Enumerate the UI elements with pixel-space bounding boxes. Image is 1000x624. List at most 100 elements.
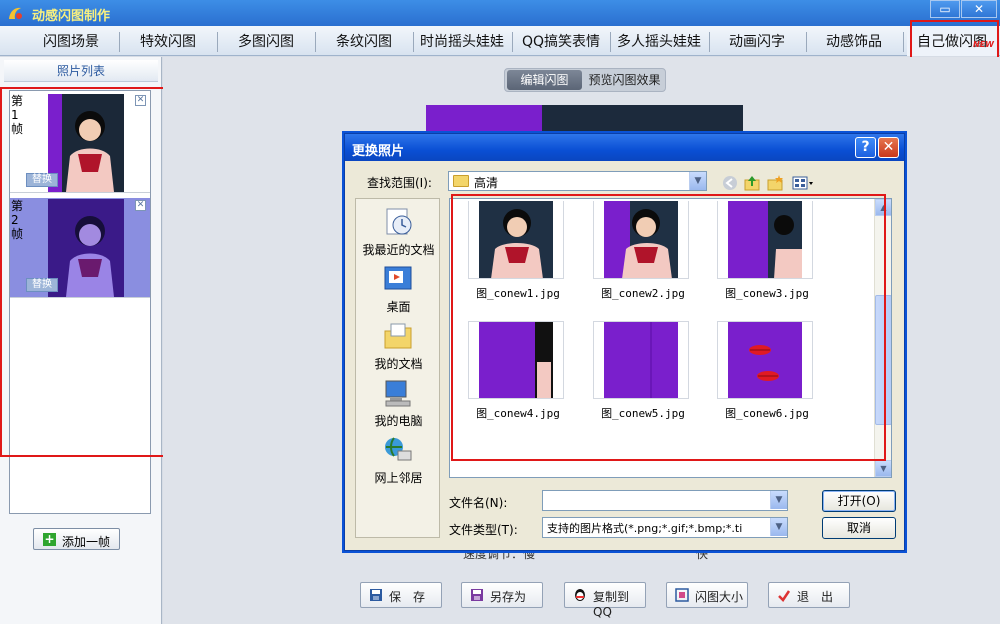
view-menu-icon[interactable]	[791, 174, 815, 192]
look-in-dropdown[interactable]: 高清 ▼	[448, 171, 707, 191]
desktop-icon	[384, 266, 412, 290]
remove-frame-icon[interactable]: ✕	[135, 200, 146, 211]
file-item-4[interactable]: 图_conew4.jpg	[463, 319, 583, 439]
file-item-1[interactable]: 图_conew1.jpg	[463, 199, 583, 319]
network-places-icon	[385, 437, 412, 461]
exit-label: 退 出	[797, 590, 834, 604]
place-desktop[interactable]: 桌面	[356, 260, 441, 316]
tab-flash-scene[interactable]: 闪图场景	[26, 26, 116, 56]
file-item-5[interactable]: 图_conew5.jpg	[588, 319, 708, 439]
app-title: 动感闪图制作	[32, 9, 111, 24]
tab-diy-flash[interactable]: 自己做闪图 NEW	[907, 26, 997, 56]
tab-animated-text[interactable]: 动画闪字	[711, 26, 803, 56]
new-folder-icon[interactable]	[766, 174, 784, 192]
change-photo-dialog: 更换照片 ? ✕ 查找范围(I): 高清 ▼ 我最近的文档 桌面 我的文档 我的…	[344, 133, 905, 551]
girl-purple-photo-thumbnail	[594, 201, 688, 278]
frame-list: 第1帧 ✕ 替换 第2帧 ✕ 替换	[9, 90, 151, 514]
filetype-dropdown[interactable]: 支持的图片格式(*.png;*.gif;*.bmp;*.ti ▼	[542, 517, 788, 538]
girl-photo-thumbnail	[469, 201, 563, 278]
place-label: 网上邻居	[374, 471, 423, 485]
replace-frame-button[interactable]: 替换	[26, 278, 58, 292]
place-my-computer[interactable]: 我的电脑	[356, 374, 441, 430]
frame-item-2[interactable]: 第2帧 ✕ 替换	[10, 198, 150, 298]
tab-accessories[interactable]: 动感饰品	[808, 26, 900, 56]
filename-input[interactable]: ▼	[542, 490, 788, 511]
file-item-2[interactable]: 图_conew2.jpg	[588, 199, 708, 319]
save-button[interactable]: 保 存	[360, 582, 442, 608]
file-item-3[interactable]: 图_conew3.jpg	[712, 199, 832, 319]
category-tab-bar: 闪图场景 特效闪图 多图闪图 条纹闪图 时尚摇头娃娃 QQ搞笑表情 多人摇头娃娃…	[0, 26, 1000, 56]
mode-tab-group: 编辑闪图 预览闪图效果	[504, 68, 666, 92]
place-label: 我最近的文档	[362, 243, 435, 257]
tab-divider	[512, 32, 513, 52]
exit-check-icon	[778, 590, 791, 602]
file-thumbnail	[468, 321, 564, 399]
frame-label: 第1帧	[11, 94, 24, 136]
exit-button[interactable]: 退 出	[768, 582, 850, 608]
save-as-label: 另存为	[490, 590, 527, 604]
file-name: 图_conew6.jpg	[725, 407, 809, 420]
my-computer-icon	[385, 380, 411, 407]
replace-frame-button[interactable]: 替换	[26, 173, 58, 187]
file-item-6[interactable]: 图_conew6.jpg	[712, 319, 832, 439]
place-label: 我的电脑	[374, 414, 423, 428]
file-thumbnail	[593, 321, 689, 399]
minimize-icon[interactable]: ▭	[930, 0, 960, 18]
preview-canvas	[426, 105, 743, 135]
photo-list-title: 照片列表	[4, 60, 158, 82]
tab-stripe-flash[interactable]: 条纹闪图	[318, 26, 410, 56]
flash-size-button[interactable]: 闪图大小	[666, 582, 748, 608]
file-thumbnail	[468, 201, 564, 279]
floppy-disk-icon	[370, 589, 382, 601]
filename-label: 文件名(N):	[449, 496, 508, 510]
photo-list-panel: 照片列表 第1帧 ✕ 替换 第2帧 ✕ 替换 + 添加一帧	[0, 57, 162, 624]
filetype-label: 文件类型(T):	[449, 523, 518, 537]
tab-edit-flash[interactable]: 编辑闪图	[507, 70, 582, 90]
look-in-value: 高清	[474, 176, 499, 190]
tab-effect-flash[interactable]: 特效闪图	[122, 26, 214, 56]
place-my-documents[interactable]: 我的文档	[356, 317, 441, 373]
tab-multi-bobblehead[interactable]: 多人摇头娃娃	[611, 26, 707, 56]
file-thumbnail	[717, 321, 813, 399]
chevron-down-icon: ▼	[770, 491, 787, 509]
file-list-scrollbar[interactable]: ▲ ▼	[874, 199, 891, 477]
remove-frame-icon[interactable]: ✕	[135, 95, 146, 106]
tab-qq-emoji[interactable]: QQ搞笑表情	[514, 26, 608, 56]
tab-divider	[217, 32, 218, 52]
tab-preview-flash[interactable]: 预览闪图效果	[586, 70, 663, 90]
qq-penguin-icon	[575, 589, 585, 601]
purple-lips-thumbnail	[718, 322, 812, 398]
add-frame-button[interactable]: + 添加一帧	[33, 528, 120, 550]
purple-half-photo-thumbnail	[718, 201, 812, 278]
look-in-label: 查找范围(I):	[367, 176, 432, 190]
place-label: 我的文档	[374, 357, 423, 371]
place-network[interactable]: 网上邻居	[356, 431, 441, 487]
filetype-value: 支持的图片格式(*.png;*.gif;*.bmp;*.ti	[547, 522, 743, 535]
cancel-button[interactable]: 取消	[822, 517, 896, 539]
close-icon[interactable]: ✕	[961, 0, 997, 18]
scroll-down-icon[interactable]: ▼	[875, 460, 891, 477]
plus-icon: +	[43, 532, 56, 546]
help-icon[interactable]: ?	[855, 137, 876, 158]
save-label: 保 存	[389, 590, 426, 604]
place-recent-documents[interactable]: 我最近的文档	[356, 203, 441, 259]
open-button[interactable]: 打开(O)	[822, 490, 896, 512]
frame-item-1[interactable]: 第1帧 ✕ 替换	[10, 93, 150, 193]
girl-photo-thumbnail	[48, 94, 124, 192]
back-icon[interactable]	[721, 174, 739, 192]
copy-to-qq-button[interactable]: 复制到QQ	[564, 582, 646, 619]
save-as-icon	[471, 589, 483, 601]
dialog-title: 更换照片	[352, 144, 405, 159]
frame-thumbnail	[48, 199, 124, 297]
dialog-close-icon[interactable]: ✕	[878, 137, 899, 158]
tab-multi-image[interactable]: 多图闪图	[220, 26, 312, 56]
save-as-button[interactable]: 另存为	[461, 582, 543, 608]
up-folder-icon[interactable]	[743, 174, 761, 192]
scroll-up-icon[interactable]: ▲	[875, 199, 891, 216]
app-logo-icon	[9, 7, 22, 19]
scroll-thumb[interactable]	[875, 295, 891, 425]
tab-bobblehead[interactable]: 时尚摇头娃娃	[414, 26, 510, 56]
tab-divider	[315, 32, 316, 52]
folder-icon	[453, 175, 469, 187]
copy-to-qq-label: 复制到QQ	[593, 590, 630, 619]
